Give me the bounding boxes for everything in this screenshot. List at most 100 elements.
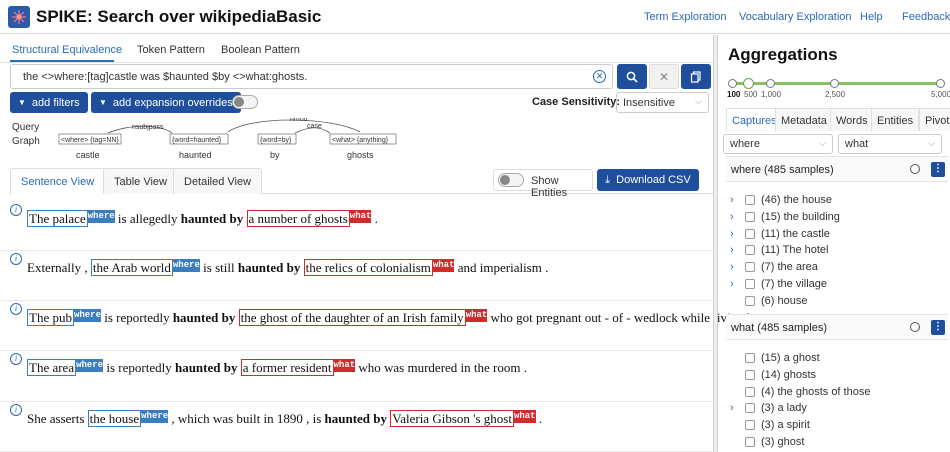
aggregations-panel: Aggregations 100 500 1,000 2,500 5,000 C… [718,35,950,452]
copy-button[interactable] [681,64,711,89]
expand-chevron-icon[interactable]: › [730,278,734,290]
item-checkbox[interactable] [745,245,755,256]
nav-term-exploration[interactable]: Term Exploration [644,11,727,23]
query-text[interactable]: the <>where:[tag]castle was $haunted $by… [23,71,307,83]
aggregation-item[interactable]: (3) ghost [730,435,945,451]
aggregation-item[interactable]: › (7) the area [730,260,945,276]
item-checkbox[interactable] [745,437,755,447]
item-checkbox[interactable] [745,386,755,397]
item-checkbox[interactable] [745,295,755,306]
pie-chart-icon[interactable] [910,322,920,332]
aggregation-item[interactable]: › (15) the building [730,210,945,226]
item-checkbox[interactable] [745,262,755,273]
nav-help[interactable]: Help [860,11,883,23]
slider-stop-1000[interactable] [766,79,775,88]
tab-structural-equivalence[interactable]: Structural Equivalence [12,44,122,56]
case-sensitivity-select[interactable]: Insensitive ⌵ [616,92,709,113]
aggregation-item[interactable]: › (46) the house [730,193,945,209]
capture-where[interactable]: The pub where [27,309,101,326]
capture-where[interactable]: the Arab world where [90,259,200,276]
slider-handle[interactable] [743,78,754,89]
tab-pivot[interactable]: Pivot [919,108,950,131]
edge-label-nmod: nmod [290,118,308,123]
capture-what[interactable]: a former resident what [240,359,356,376]
query-input[interactable]: the <>where:[tag]castle was $haunted $by… [10,64,613,89]
nav-vocabulary-exploration[interactable]: Vocabulary Exploration [739,11,852,23]
capture-select-what[interactable]: what ⌵ [838,134,942,154]
sentence-text: and imperialism . [454,260,549,275]
aggregation-item[interactable]: › (3) a lady [730,401,945,417]
tab-table-view[interactable]: Table View [103,168,178,194]
info-icon[interactable]: i [10,253,22,265]
capture-where[interactable]: The area where [27,359,104,376]
tab-entities[interactable]: Entities [871,108,920,131]
more-options-button[interactable]: ⋮ [931,320,945,335]
info-icon[interactable]: i [10,404,22,416]
capture-where[interactable]: the house where [87,410,169,427]
info-icon[interactable]: i [10,353,22,365]
item-checkbox[interactable] [745,228,755,239]
aggregation-item-label: (3) a spirit [761,419,810,432]
aggregation-item[interactable]: › (11) the castle [730,227,945,243]
capture-where[interactable]: The palace where [27,210,115,227]
tab-metadata[interactable]: Metadata [775,108,833,131]
show-entities-toggle[interactable] [498,173,524,187]
aggregation-item[interactable]: › (7) the village [730,277,945,293]
item-checkbox[interactable] [745,195,755,205]
item-checkbox[interactable] [745,369,755,380]
item-checkbox[interactable] [745,420,755,431]
aggregation-item[interactable]: (3) a spirit [730,418,945,434]
download-csv-button[interactable]: ⤓ Download CSV [597,169,699,191]
info-icon[interactable]: i [10,204,22,216]
aggregation-item[interactable]: › (11) The hotel [730,243,945,259]
aggregation-section-title: where (485 samples) [731,164,834,176]
aggregation-item[interactable]: (15) a ghost [730,351,945,367]
capture-what[interactable]: Valeria Gibson 's ghost what [390,410,536,427]
clear-button[interactable]: ✕ [649,64,679,89]
capture-what[interactable]: the ghost of the daughter of an Irish fa… [238,309,488,326]
result-row: i Externally , the Arab world where is sti… [0,251,713,301]
expand-chevron-icon[interactable]: › [730,194,734,206]
result-sentence: The area where is reportedly haunted by a… [27,359,527,376]
capture-what[interactable]: the relics of colonialism what [303,259,455,276]
close-icon: ✕ [658,69,670,84]
matched-predicate: haunted by [174,360,238,375]
search-button[interactable] [617,64,647,89]
capture-what[interactable]: a number of ghosts what [246,210,372,227]
expand-chevron-icon[interactable]: › [730,402,734,414]
expand-chevron-icon[interactable]: › [730,261,734,273]
expand-chevron-icon[interactable]: › [730,228,734,240]
tab-sentence-view[interactable]: Sentence View [10,168,106,195]
item-checkbox[interactable] [745,403,755,414]
capture-select-where[interactable]: where ⌵ [723,134,833,154]
capture-tag-where: where [87,210,115,223]
aggregation-item[interactable]: (6) house [730,294,945,310]
add-expansion-overrides-button[interactable]: ▼ add expansion overrides [91,92,241,113]
slider-stop-5000[interactable] [936,79,945,88]
query-graph-label-2: Graph [12,136,40,147]
tab-detailed-view[interactable]: Detailed View [173,168,263,194]
info-icon[interactable]: i [10,303,22,315]
nav-feedback[interactable]: Feedback [902,11,950,23]
show-entities-control[interactable]: Show Entities [493,169,593,199]
expand-chevron-icon[interactable]: › [730,244,734,256]
capture-text: the Arab world [90,259,173,276]
clear-query-icon[interactable]: ✕ [593,70,606,83]
tab-boolean-pattern[interactable]: Boolean Pattern [221,44,300,56]
tab-words[interactable]: Words [830,108,874,131]
aggregation-item[interactable]: (4) the ghosts of those [730,385,945,401]
tab-token-pattern[interactable]: Token Pattern [137,44,205,56]
slider-stop-100[interactable] [728,79,737,88]
spike-logo-icon[interactable] [8,6,30,28]
slider-stop-2500[interactable] [830,79,839,88]
expansion-toggle[interactable] [232,95,258,109]
item-checkbox[interactable] [745,353,755,363]
item-checkbox[interactable] [745,279,755,289]
pie-chart-icon[interactable] [910,164,920,174]
more-options-button[interactable]: ⋮ [931,162,945,177]
aggregation-item[interactable]: (14) ghosts [730,368,945,384]
item-checkbox[interactable] [745,211,755,222]
expand-chevron-icon[interactable]: › [730,211,734,223]
toggle-knob [500,175,510,185]
add-filters-button[interactable]: ▼ add filters [10,92,88,113]
